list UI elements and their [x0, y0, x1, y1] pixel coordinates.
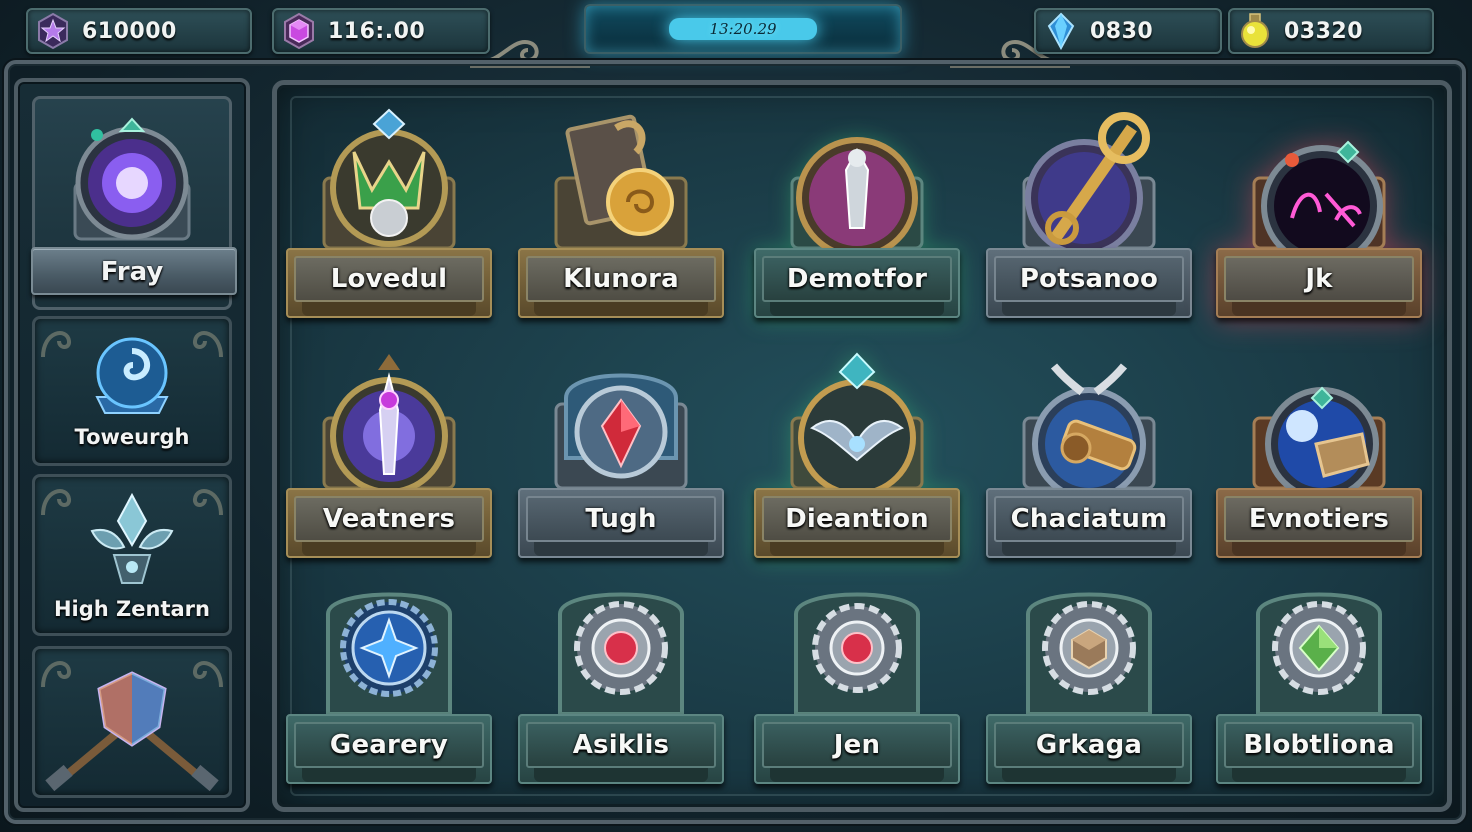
- yellow-potion-icon: [1236, 12, 1274, 50]
- item-card-blobtliona[interactable]: Blobtliona: [1216, 544, 1422, 784]
- bronze-cannon-icon: [1022, 363, 1156, 488]
- sidebar-item-label: Fray: [100, 257, 164, 287]
- swirl-ornament-icon: [41, 489, 71, 516]
- currency-value: 03320: [1284, 18, 1364, 44]
- item-card-tugh[interactable]: Tugh: [518, 318, 724, 558]
- item-label: Klunora: [563, 264, 679, 294]
- item-label: Jk: [1305, 264, 1333, 294]
- sidebar-item-toweurgh[interactable]: Toweurgh: [32, 316, 232, 466]
- item-card-gearery[interactable]: Gearery: [286, 544, 492, 784]
- purple-star-gem-icon: [34, 12, 72, 50]
- winged-crest-icon: [90, 492, 174, 584]
- currency-value: 116:.00: [328, 18, 426, 44]
- item-card-chaciatum[interactable]: Chaciatum: [986, 318, 1192, 558]
- winged-crown-crest-icon: [790, 352, 924, 488]
- item-card-jk[interactable]: Jk: [1216, 78, 1422, 318]
- item-label: Veatners: [322, 504, 456, 534]
- green-gold-helm-emblem-icon: [322, 108, 456, 248]
- purple-orb-icon: [73, 117, 191, 241]
- sapphire-star-gear-icon: [326, 592, 452, 714]
- item-label: Gearery: [329, 730, 449, 760]
- item-label: Potsanoo: [1019, 264, 1159, 294]
- item-card-jen[interactable]: Jen: [754, 544, 960, 784]
- ruby-gear-icon: [558, 592, 684, 714]
- currency-hex-gem[interactable]: 116:.00: [272, 8, 490, 54]
- crystal-ball-pedestal-icon: [1252, 386, 1386, 488]
- purple-hex-gem-icon: [280, 12, 318, 50]
- crossed-hammers-shield-icon: [45, 671, 219, 792]
- item-card-klunora[interactable]: Klunora: [518, 78, 724, 318]
- sidebar-item-label: High Zentarn: [53, 597, 210, 621]
- item-card-grkaga[interactable]: Grkaga: [986, 544, 1192, 784]
- blue-crystal-icon: [1042, 12, 1080, 50]
- event-timer: 13:20.29: [584, 4, 902, 54]
- bronze-cube-gear-icon: [1026, 592, 1152, 714]
- sidebar-item-crossed-hammers[interactable]: [32, 646, 232, 798]
- spellbook-coin-icon: [554, 114, 688, 248]
- item-card-evnotiers[interactable]: Evnotiers: [1216, 318, 1422, 558]
- neon-rune-orb-icon: [1252, 140, 1386, 248]
- sidebar-item-label: Toweurgh: [74, 425, 190, 449]
- item-card-demotfor[interactable]: Demotfor: [754, 78, 960, 318]
- currency-value: 0830: [1090, 18, 1154, 44]
- item-card-veatners[interactable]: Veatners: [286, 318, 492, 558]
- item-label: Demotfor: [786, 264, 928, 294]
- item-card-potsanoo[interactable]: Potsanoo: [986, 78, 1192, 318]
- item-card-dieantion[interactable]: Dieantion: [754, 318, 960, 558]
- currency-crystal[interactable]: 0830: [1034, 8, 1222, 54]
- item-label: Lovedul: [330, 264, 448, 294]
- item-card-asiklis[interactable]: Asiklis: [518, 544, 724, 784]
- item-label: Chaciatum: [1010, 504, 1168, 534]
- emerald-gear-icon: [1256, 592, 1382, 714]
- sidebar-item-fray[interactable]: Fray: [31, 96, 237, 310]
- item-label: Grkaga: [1035, 730, 1143, 760]
- swirl-ornament-icon: [193, 489, 223, 516]
- ruby-shield-icon: [554, 373, 688, 488]
- item-label: Jen: [833, 730, 881, 760]
- timer-text: 13:20.29: [669, 18, 817, 40]
- sidebar-item-high-zentarn[interactable]: High Zentarn: [32, 474, 232, 636]
- currency-potion[interactable]: 03320: [1228, 8, 1434, 54]
- currency-value: 610000: [82, 18, 177, 44]
- item-label: Blobtliona: [1243, 730, 1395, 760]
- item-card-lovedul[interactable]: Lovedul: [286, 78, 492, 318]
- blue-swirl-emblem-icon: [95, 337, 169, 414]
- item-label: Evnotiers: [1248, 504, 1390, 534]
- swirl-ornament-icon: [41, 331, 71, 358]
- swirl-ornament-icon: [193, 331, 223, 358]
- golden-key-sword-icon: [1022, 112, 1156, 248]
- currency-star-gem[interactable]: 610000: [26, 8, 252, 54]
- amethyst-dagger-emblem-icon: [322, 354, 456, 488]
- item-label: Asiklis: [572, 730, 670, 760]
- item-label: Dieantion: [785, 504, 929, 534]
- ruby-gear-small-icon: [794, 592, 920, 714]
- silver-statue-medallion-icon: [790, 137, 924, 248]
- item-label: Tugh: [585, 504, 657, 534]
